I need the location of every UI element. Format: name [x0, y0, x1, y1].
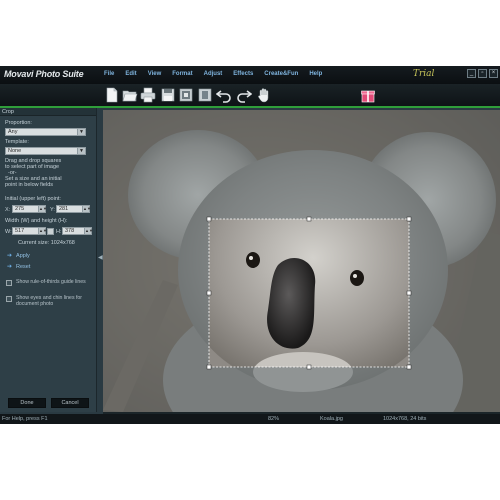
- instructions-line-5: point in below fields: [5, 182, 54, 188]
- undo-icon[interactable]: [216, 87, 232, 103]
- menu-effects[interactable]: Effects: [233, 71, 253, 81]
- w-value: 517: [15, 228, 25, 234]
- new-document-icon[interactable]: [104, 87, 120, 103]
- gift-icon[interactable]: [360, 87, 376, 103]
- status-help: For Help, press F1: [2, 416, 48, 422]
- template-label: Template:: [5, 139, 29, 145]
- status-bar: For Help, press F1 82% Koala.jpg 1024x76…: [0, 414, 500, 424]
- arrow-right-icon: ➔: [7, 264, 13, 270]
- crop-handle-bottom-left[interactable]: [206, 364, 212, 370]
- save-icon[interactable]: [160, 87, 176, 103]
- crop-handle-bottom-right[interactable]: [406, 364, 412, 370]
- crop-handle-left[interactable]: [206, 290, 212, 296]
- app-title: Movavi Photo Suite: [4, 69, 84, 79]
- spin-arrows-icon[interactable]: ▲▼: [84, 228, 93, 234]
- status-filename: Koala.jpg: [320, 416, 343, 422]
- height-input[interactable]: 378 ▲▼: [62, 227, 93, 235]
- menu-bar: File Edit View Format Adjust Effects Cre…: [104, 71, 333, 81]
- lock-icon[interactable]: [47, 228, 54, 235]
- trial-label: Trial: [413, 69, 435, 79]
- status-image-info: 1024x768, 24 bits: [383, 416, 427, 422]
- done-button[interactable]: Done: [8, 398, 46, 408]
- apply-link[interactable]: ➔ Apply: [7, 252, 30, 260]
- open-folder-icon[interactable]: [122, 87, 138, 103]
- crop-panel-header: Crop: [0, 108, 96, 116]
- status-zoom: 82%: [268, 416, 280, 422]
- proportion-label: Proportion:: [5, 120, 32, 126]
- image-canvas[interactable]: [103, 110, 500, 412]
- chevron-down-icon: ▼: [77, 148, 85, 154]
- menu-adjust[interactable]: Adjust: [204, 71, 223, 81]
- spin-arrows-icon[interactable]: ▲▼: [38, 228, 47, 234]
- koala-photo: [103, 110, 500, 412]
- template-select[interactable]: None ▼: [5, 147, 86, 155]
- y-input[interactable]: 281 ▲▼: [56, 205, 91, 213]
- eyes-chin-option[interactable]: Show eyes and chin lines for document ph…: [6, 295, 98, 307]
- app-window: Movavi Photo Suite File Edit View Format…: [0, 66, 500, 424]
- h-value: 378: [65, 228, 75, 234]
- menu-file[interactable]: File: [104, 71, 114, 81]
- arrow-right-icon: ➔: [7, 253, 13, 259]
- menu-format[interactable]: Format: [172, 71, 192, 81]
- y-value: 281: [59, 206, 69, 212]
- crop-handle-right[interactable]: [406, 290, 412, 296]
- proportion-select[interactable]: Any ▼: [5, 128, 86, 136]
- close-button[interactable]: ×: [489, 69, 498, 78]
- spin-arrows-icon[interactable]: ▲▼: [38, 206, 47, 212]
- menu-create-fun[interactable]: Create&Fun: [264, 71, 298, 81]
- toolbar: [0, 84, 500, 106]
- x-value: 275: [15, 206, 25, 212]
- rule-of-thirds-label: Show rule-of-thirds guide lines: [16, 279, 86, 285]
- apply-label: Apply: [16, 252, 30, 259]
- x-input[interactable]: 275 ▲▼: [12, 205, 47, 213]
- crop-handle-top[interactable]: [306, 216, 312, 222]
- eyes-chin-label: Show eyes and chin lines for document ph…: [16, 295, 83, 307]
- crop-handle-top-right[interactable]: [406, 216, 412, 222]
- spin-arrows-icon[interactable]: ▲▼: [82, 206, 91, 212]
- collapse-panel-icon[interactable]: ◀: [98, 254, 103, 261]
- hand-icon[interactable]: [256, 87, 272, 103]
- reset-label: Reset: [16, 263, 31, 270]
- restore-button[interactable]: ▫: [478, 69, 487, 78]
- cancel-button[interactable]: Cancel: [51, 398, 89, 408]
- crop-handle-top-left[interactable]: [206, 216, 212, 222]
- template-value: None: [8, 148, 22, 154]
- eyes-chin-checkbox[interactable]: [6, 295, 12, 302]
- menu-help[interactable]: Help: [309, 71, 322, 81]
- window-controls: _ ▫ ×: [467, 69, 498, 78]
- menu-edit[interactable]: Edit: [125, 71, 136, 81]
- y-label: Y:: [50, 207, 55, 213]
- export-icon[interactable]: [178, 87, 194, 103]
- rule-of-thirds-option[interactable]: Show rule-of-thirds guide lines: [6, 279, 98, 286]
- proportion-value: Any: [8, 129, 18, 135]
- h-label: H:: [56, 229, 62, 235]
- x-label: X:: [5, 207, 11, 213]
- initial-point-label: Initial (upper left) point:: [5, 196, 61, 202]
- width-input[interactable]: 517 ▲▼: [12, 227, 47, 235]
- title-bar: Movavi Photo Suite File Edit View Format…: [0, 66, 500, 84]
- w-label: W:: [5, 229, 12, 235]
- print-icon[interactable]: [140, 87, 156, 103]
- size-label: Width (W) and height (H):: [5, 218, 68, 224]
- chevron-down-icon: ▼: [77, 129, 85, 135]
- reset-link[interactable]: ➔ Reset: [7, 263, 31, 271]
- minimize-button[interactable]: _: [467, 69, 476, 78]
- crop-handle-bottom[interactable]: [306, 364, 312, 370]
- crop-panel: Crop Proportion: Any ▼ Template: None ▼ …: [0, 108, 97, 412]
- rule-of-thirds-checkbox[interactable]: [6, 279, 12, 286]
- current-size: Current size: 1024x768: [18, 240, 75, 246]
- menu-view[interactable]: View: [148, 71, 162, 81]
- film-icon[interactable]: [197, 87, 213, 103]
- redo-icon[interactable]: [236, 87, 252, 103]
